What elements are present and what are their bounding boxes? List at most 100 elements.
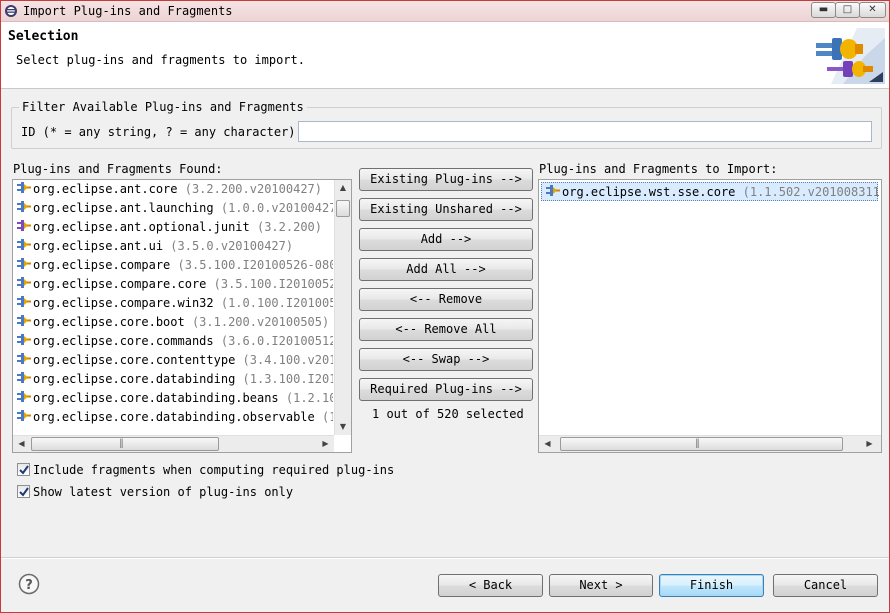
plugin-version: (1.1.502.v201008311190) — [742, 185, 879, 199]
import-rows: org.eclipse.wst.sse.core (1.1.502.v20100… — [539, 180, 879, 201]
scroll-right-arrow-icon[interactable]: ▶ — [317, 436, 334, 452]
title-bar: Import Plug-ins and Fragments ▬ □ ✕ — [1, 1, 889, 22]
plugin-import-graphic — [813, 26, 885, 84]
found-list-item[interactable]: org.eclipse.core.boot (3.1.200.v20100505… — [13, 313, 333, 332]
found-list-item[interactable]: org.eclipse.core.databinding.beans (1.2.… — [13, 389, 333, 408]
plugin-icon — [16, 389, 33, 405]
minimize-button[interactable]: ▬ — [811, 2, 836, 18]
found-vertical-scrollbar[interactable]: ▲ ▼ — [334, 180, 351, 435]
finish-button[interactable]: Finish — [659, 574, 764, 597]
plugin-name: org.eclipse.core.databinding.beans — [33, 391, 279, 405]
import-horizontal-scrollbar[interactable]: ◀ ║ ▶ — [539, 435, 881, 452]
filter-group-label: Filter Available Plug-ins and Fragments — [19, 100, 307, 114]
existing-plugins-button[interactable]: Existing Plug-ins --> — [359, 168, 533, 191]
found-list-item[interactable]: org.eclipse.ant.core (3.2.200.v20100427) — [13, 180, 333, 199]
scroll-down-arrow-icon[interactable]: ▼ — [335, 419, 351, 435]
plugin-name: org.eclipse.core.commands — [33, 334, 214, 348]
found-list-item[interactable]: org.eclipse.ant.ui (3.5.0.v20100427) — [13, 237, 333, 256]
id-filter-input[interactable] — [298, 121, 872, 142]
import-list-label: Plug-ins and Fragments to Import: — [539, 162, 778, 176]
back-button[interactable]: < Back — [438, 574, 543, 597]
page-description: Select plug-ins and fragments to import. — [16, 53, 305, 67]
found-horizontal-thumb[interactable]: ║ — [31, 437, 219, 451]
remove-all-button[interactable]: <-- Remove All — [359, 318, 533, 341]
svg-text:?: ? — [25, 578, 33, 593]
plugin-version: (1.2.100) — [285, 391, 333, 405]
scroll-left-arrow-icon[interactable]: ◀ — [13, 436, 30, 452]
maximize-icon: □ — [842, 4, 853, 15]
minimize-icon: ▬ — [818, 4, 829, 15]
remove-button[interactable]: <-- Remove — [359, 288, 533, 311]
plugin-version: (3.4.100.v20100505) — [242, 353, 333, 367]
latest-version-checkbox[interactable] — [17, 485, 30, 498]
found-list-item[interactable]: org.eclipse.compare (3.5.100.I20100526-0… — [13, 256, 333, 275]
latest-version-label[interactable]: Show latest version of plug-ins only — [33, 485, 293, 499]
found-vertical-thumb[interactable] — [336, 200, 350, 217]
include-fragments-label[interactable]: Include fragments when computing require… — [33, 463, 394, 477]
checkmark-icon — [19, 487, 29, 497]
plugin-version: (3.5.100.I20100526-0800) — [177, 258, 333, 272]
found-list-item[interactable]: org.eclipse.compare.core (3.5.100.I20100… — [13, 275, 333, 294]
plugin-icon — [16, 237, 33, 253]
plugin-name: org.eclipse.wst.sse.core — [562, 185, 736, 199]
import-horizontal-thumb[interactable]: ║ — [560, 437, 843, 451]
plugin-icon — [16, 351, 33, 367]
add-button[interactable]: Add --> — [359, 228, 533, 251]
found-list-item[interactable]: org.eclipse.core.contenttype (3.4.100.v2… — [13, 351, 333, 370]
found-list-item[interactable]: org.eclipse.core.databinding (1.3.100.I2… — [13, 370, 333, 389]
found-horizontal-scrollbar[interactable]: ◀ ║ ▶ — [13, 435, 334, 452]
plugin-version: (3.2.200.v20100427) — [184, 182, 323, 196]
required-plugins-button[interactable]: Required Plug-ins --> — [359, 378, 533, 401]
add-all-button[interactable]: Add All --> — [359, 258, 533, 281]
include-fragments-checkbox[interactable] — [17, 463, 30, 476]
scroll-left-arrow-icon[interactable]: ◀ — [539, 436, 556, 452]
import-list-item[interactable]: org.eclipse.wst.sse.core (1.1.502.v20100… — [541, 182, 879, 201]
plugin-icon — [16, 294, 33, 310]
plugin-icon — [545, 183, 562, 199]
next-button[interactable]: Next > — [549, 574, 653, 597]
fragment-icon — [16, 218, 33, 234]
plugin-version: (3.1.200.v20100505) — [191, 315, 330, 329]
eclipse-icon — [4, 4, 18, 18]
plugin-version: (1.3.0) — [322, 410, 333, 424]
plugin-version: (3.6.0.I20100512-1500) — [220, 334, 333, 348]
page-title: Selection — [8, 29, 79, 44]
plugin-icon — [16, 275, 33, 291]
plugin-name: org.eclipse.core.databinding — [33, 372, 236, 386]
plugin-version: (1.0.0.v20100427) — [220, 201, 333, 215]
maximize-button[interactable]: □ — [835, 2, 860, 18]
plugin-icon — [16, 332, 33, 348]
plugin-name: org.eclipse.ant.launching — [33, 201, 214, 215]
plugin-version: (3.5.0.v20100427) — [170, 239, 294, 253]
window-title: Import Plug-ins and Fragments — [23, 4, 233, 18]
swap-button[interactable]: <-- Swap --> — [359, 348, 533, 371]
plugin-name: org.eclipse.ant.core — [33, 182, 178, 196]
plugin-name: org.eclipse.ant.ui — [33, 239, 164, 253]
found-list-item[interactable]: org.eclipse.ant.launching (1.0.0.v201004… — [13, 199, 333, 218]
plugin-icon — [16, 408, 33, 424]
cancel-button[interactable]: Cancel — [773, 574, 878, 597]
plugin-icon — [16, 199, 33, 215]
checkmark-icon — [19, 465, 29, 475]
scroll-right-arrow-icon[interactable]: ▶ — [861, 436, 878, 452]
plugin-name: org.eclipse.core.databinding.observable — [33, 410, 315, 424]
help-icon[interactable]: ? — [18, 573, 40, 595]
scroll-up-arrow-icon[interactable]: ▲ — [335, 180, 351, 196]
found-list-item[interactable]: org.eclipse.core.commands (3.6.0.I201005… — [13, 332, 333, 351]
close-button[interactable]: ✕ — [859, 2, 886, 18]
found-list-item[interactable]: org.eclipse.ant.optional.junit (3.2.200) — [13, 218, 333, 237]
existing-unshared-button[interactable]: Existing Unshared --> — [359, 198, 533, 221]
plugin-name: org.eclipse.compare.win32 — [33, 296, 214, 310]
found-rows: org.eclipse.ant.core (3.2.200.v20100427)… — [13, 180, 333, 427]
import-plugins-list[interactable]: org.eclipse.wst.sse.core (1.1.502.v20100… — [538, 179, 882, 453]
plugin-version: (3.2.200) — [256, 220, 323, 234]
found-list-item[interactable]: org.eclipse.core.databinding.observable … — [13, 408, 333, 427]
plugin-name: org.eclipse.core.boot — [33, 315, 185, 329]
found-plugins-list[interactable]: org.eclipse.ant.core (3.2.200.v20100427)… — [12, 179, 352, 453]
plugin-version: (1.0.100.I20100526) — [220, 296, 333, 310]
found-list-item[interactable]: org.eclipse.compare.win32 (1.0.100.I2010… — [13, 294, 333, 313]
found-list-label: Plug-ins and Fragments Found: — [13, 162, 223, 176]
plugin-name: org.eclipse.ant.optional.junit — [33, 220, 250, 234]
plugin-name: org.eclipse.compare — [33, 258, 171, 272]
plugin-icon — [16, 256, 33, 272]
